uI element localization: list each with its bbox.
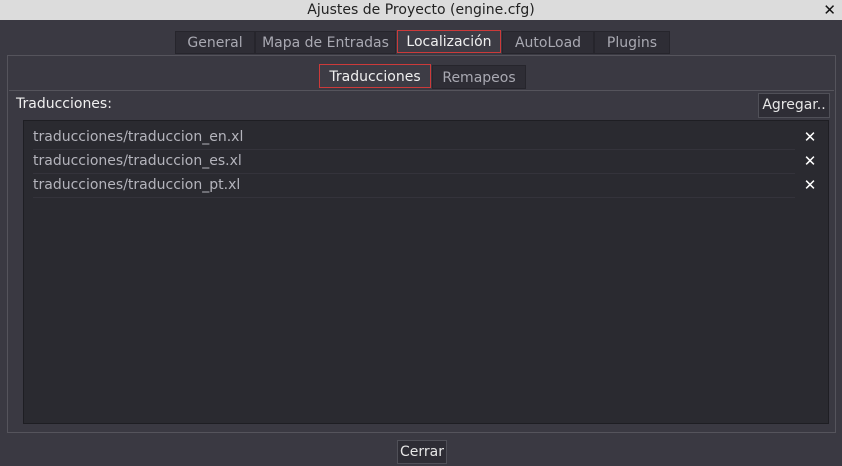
tab-localizacion[interactable]: Localización: [397, 30, 501, 53]
close-icon[interactable]: ✕: [823, 0, 836, 20]
tab-mapa-de-entradas[interactable]: Mapa de Entradas: [255, 31, 396, 54]
list-item[interactable]: traducciones/traduccion_pt.xl: [33, 173, 795, 198]
subtab-traducciones[interactable]: Traducciones: [319, 64, 431, 88]
translations-list[interactable]: traducciones/traduccion_en.xl ✕ traducci…: [23, 120, 829, 424]
title-bar: Ajustes de Proyecto (engine.cfg) ✕: [0, 0, 842, 20]
tab-autoload[interactable]: AutoLoad: [502, 31, 594, 54]
list-item[interactable]: traducciones/traduccion_en.xl: [33, 125, 795, 150]
translation-path: traducciones/traduccion_en.xl: [33, 129, 244, 145]
translations-label: Traducciones:: [16, 96, 112, 112]
remove-icon[interactable]: ✕: [802, 125, 818, 149]
add-translation-button[interactable]: Agregar..: [758, 93, 830, 118]
close-button[interactable]: Cerrar: [397, 440, 447, 464]
tab-plugins[interactable]: Plugins: [594, 31, 670, 54]
remove-icon[interactable]: ✕: [802, 149, 818, 173]
translation-path: traducciones/traduccion_pt.xl: [33, 177, 241, 193]
tab-general[interactable]: General: [175, 31, 255, 54]
remove-icon[interactable]: ✕: [802, 173, 818, 197]
window-title: Ajustes de Proyecto (engine.cfg): [307, 2, 535, 18]
list-item[interactable]: traducciones/traduccion_es.xl: [33, 149, 795, 174]
subtab-remapeos[interactable]: Remapeos: [432, 65, 526, 89]
translation-path: traducciones/traduccion_es.xl: [33, 153, 242, 169]
